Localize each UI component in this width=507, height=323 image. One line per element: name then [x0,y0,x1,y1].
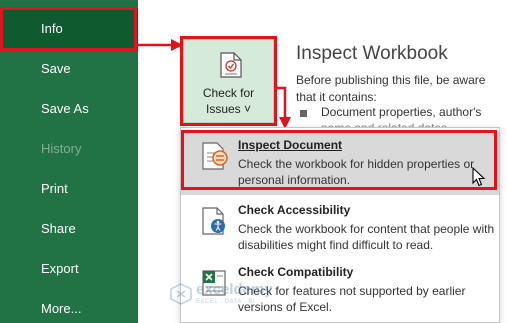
nav-item-save-as[interactable]: Save As [0,89,138,129]
check-for-issues-label-line1: Check for [202,86,255,100]
accessibility-icon [202,207,225,235]
nav-item-print[interactable]: Print [0,169,138,209]
inspect-document-icon [202,142,228,170]
menu-item-check-accessibility[interactable]: Check Accessibility Check the workbook f… [181,196,499,260]
nav-item-save[interactable]: Save [0,49,138,89]
backstage-nav: Info Save Save As History Print Share Ex… [0,0,138,323]
menu-item-title: Inspect Document [238,138,343,152]
inspect-workbook-title: Inspect Workbook [296,43,448,64]
annotation-arrow-down [275,86,291,129]
bullet-text: Document properties, author's [321,105,482,119]
nav-item-share[interactable]: Share [0,209,138,249]
menu-item-description: Check the workbook for hidden properties… [238,157,475,187]
watermark-text: exceldemy [196,281,273,298]
menu-item-title: Check Compatibility [238,265,354,279]
watermark-tagline: EXCEL · DATA · BI [196,299,256,305]
check-for-issues-label: Check for Issues ˅ [184,85,273,117]
nav-item-info[interactable]: Info [0,8,138,50]
menu-item-description: Check the workbook for content that peop… [238,222,495,252]
menu-item-title: Check Accessibility [238,203,351,217]
nav-item-export[interactable]: Export [0,249,138,289]
nav-item-more[interactable]: More... [0,289,138,323]
bullet-square-icon [300,110,307,117]
annotation-arrow-right [137,39,183,51]
mouse-pointer-icon [472,167,486,187]
menu-item-inspect-document[interactable]: Inspect Document Check the workbook for … [181,131,499,195]
inspect-workbook-description: Before publishing this file, be aware th… [296,73,486,104]
watermark-icon [170,283,192,305]
check-for-issues-label-line2: Issues ˅ [205,102,252,116]
nav-item-history: History [41,141,82,156]
check-for-issues-button[interactable]: Check for Issues ˅ [183,39,274,123]
document-checklist-icon [220,52,242,78]
watermark-logo: exceldemy EXCEL · DATA · BI [170,279,300,319]
